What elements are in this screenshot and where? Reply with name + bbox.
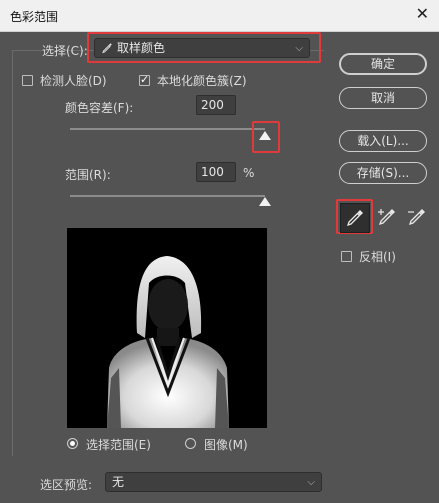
invert-label: 反相(I) [359, 250, 396, 264]
preview-image[interactable] [67, 228, 267, 428]
fuzziness-label: 颜色容差(F): [65, 101, 134, 115]
title-bar: 色彩范围 ✕ [0, 0, 439, 32]
radio-selection-range-label: 选择范围(E) [86, 438, 151, 452]
range-input[interactable]: 100 [196, 162, 236, 182]
detect-faces-label: 检测人脸(D) [40, 74, 107, 88]
selection-preview-dropdown[interactable]: 无 ⌵ [105, 472, 322, 492]
selection-preview-label: 选区预览: [40, 478, 93, 492]
load-button[interactable]: 载入(L)... [339, 130, 427, 152]
selection-mask-preview [107, 256, 229, 428]
eyedropper-plus-icon [378, 209, 395, 226]
eyedropper-icon [346, 210, 363, 227]
select-value: 取样颜色 [117, 41, 166, 55]
ok-button[interactable]: 确定 [339, 53, 427, 75]
select-label: 选择(C): [42, 44, 88, 58]
selection-preview-value: 无 [112, 475, 125, 489]
range-unit: % [243, 166, 255, 180]
localized-clusters-label: 本地化颜色簇(Z) [157, 74, 247, 88]
range-label: 范围(R): [65, 168, 111, 182]
chevron-down-icon: ⌵ [307, 477, 315, 488]
eyedropper-plus-tool[interactable] [373, 203, 403, 233]
cancel-button[interactable]: 取消 [339, 87, 427, 109]
save-button[interactable]: 存储(S)... [339, 162, 427, 184]
fuzziness-input[interactable]: 200 [196, 95, 236, 115]
eyedropper-icon [102, 43, 112, 54]
close-icon[interactable]: ✕ [416, 6, 429, 22]
invert-checkbox[interactable] [341, 251, 352, 262]
eyedropper-tool[interactable] [340, 203, 370, 233]
detect-faces-checkbox[interactable] [22, 75, 33, 86]
eyedropper-minus-icon [408, 209, 425, 226]
range-slider-track[interactable] [70, 195, 265, 197]
radio-selection-range[interactable] [67, 438, 78, 449]
range-slider-thumb[interactable] [259, 197, 271, 206]
select-dropdown[interactable]: 取样颜色 ⌵ [94, 38, 310, 58]
radio-image-label: 图像(M) [204, 438, 248, 452]
localized-clusters-checkbox[interactable] [139, 73, 150, 86]
chevron-down-icon: ⌵ [295, 43, 303, 54]
fuzziness-slider-track[interactable] [70, 128, 265, 130]
fuzziness-slider-thumb[interactable] [259, 131, 271, 140]
radio-image[interactable] [185, 438, 196, 449]
eyedropper-minus-tool[interactable] [403, 203, 433, 233]
window-title: 色彩范围 [10, 10, 59, 24]
